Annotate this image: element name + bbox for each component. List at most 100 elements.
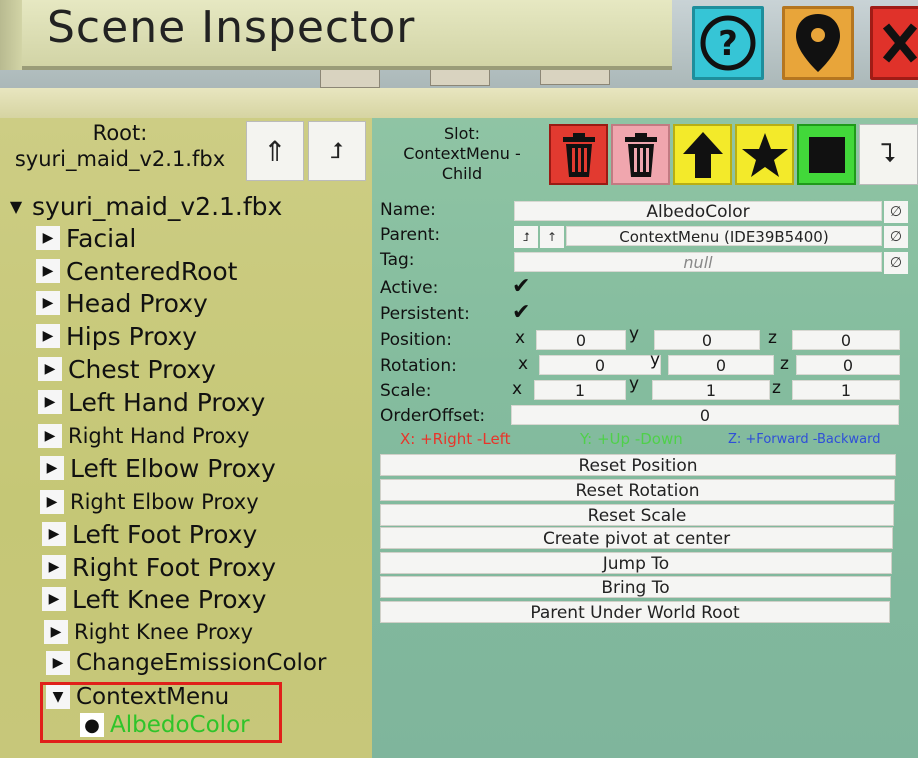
reset-rotation-button[interactable]: Reset Rotation xyxy=(380,479,895,501)
title-bar[interactable]: Scene Inspector xyxy=(0,0,672,70)
tree-item-label: CenteredRoot xyxy=(66,256,238,286)
tree-item[interactable]: ▶ Right Hand Proxy xyxy=(38,420,249,452)
y-axis-hint: Y: +Up -Down xyxy=(580,430,683,448)
position-x-field[interactable]: 0 xyxy=(536,330,626,350)
close-icon xyxy=(882,23,918,63)
tree-item-label: Hips Proxy xyxy=(66,321,198,351)
clear-tag-button[interactable]: ∅ xyxy=(884,252,908,274)
tree-item[interactable]: ▶ Right Elbow Proxy xyxy=(40,486,259,518)
tag-field[interactable]: null xyxy=(514,252,882,272)
window-title: Scene Inspector xyxy=(47,2,416,53)
tree-item[interactable]: ▶ Left Elbow Proxy xyxy=(40,452,276,484)
root-info: Root: syuri_maid_v2.1.fbx xyxy=(0,120,240,172)
go-to-root-button[interactable]: ⇑ xyxy=(246,121,304,181)
position-x-axis-label: x xyxy=(515,328,526,348)
parent-under-world-root-button[interactable]: Parent Under World Root xyxy=(380,601,890,623)
bring-to-button[interactable]: Bring To xyxy=(380,576,891,598)
position-z-field[interactable]: 0 xyxy=(792,330,900,350)
tree-item-label: Left Elbow Proxy xyxy=(70,453,276,483)
selection-highlight xyxy=(40,682,282,743)
order-offset-field[interactable]: 0 xyxy=(511,405,899,425)
destroy-button[interactable] xyxy=(549,124,608,185)
slot-label-line: Child xyxy=(441,164,483,183)
destroy-preserve-assets-button[interactable] xyxy=(611,124,670,185)
tree-item[interactable]: ▶ ChangeEmissionColor xyxy=(46,647,326,679)
tree-item[interactable]: ▶ Facial xyxy=(36,222,136,254)
scale-y-field[interactable]: 1 xyxy=(652,380,770,400)
tree-item[interactable]: ▼ syuri_maid_v2.1.fbx xyxy=(4,190,283,222)
rotation-x-field[interactable]: 0 xyxy=(539,355,661,375)
parent-up-button[interactable]: ⮥ xyxy=(514,226,538,248)
title-bar-bevel xyxy=(0,0,22,70)
tag-label: Tag: xyxy=(380,250,415,270)
double-up-arrow-icon: ⇑ xyxy=(263,134,287,168)
scale-z-field[interactable]: 1 xyxy=(792,380,900,400)
go-to-parent-button[interactable]: ⮥ xyxy=(308,121,366,181)
tree-item[interactable]: ▶ Left Knee Proxy xyxy=(42,583,266,615)
expand-triangle-icon[interactable]: ▶ xyxy=(40,456,64,480)
tree-item[interactable]: ▶ Head Proxy xyxy=(36,287,208,319)
z-axis-hint: Z: +Forward -Backward xyxy=(728,432,881,447)
expand-triangle-icon[interactable]: ▶ xyxy=(40,490,64,514)
expand-triangle-icon[interactable]: ▶ xyxy=(38,390,62,414)
tree-item-label: Right Foot Proxy xyxy=(72,552,277,582)
parent-select-button[interactable]: ↑ xyxy=(540,226,564,248)
move-up-button[interactable] xyxy=(673,124,732,185)
tree-item[interactable]: ▶ Left Foot Proxy xyxy=(42,518,257,550)
expand-triangle-icon[interactable]: ▶ xyxy=(36,324,60,348)
expand-triangle-icon[interactable]: ▶ xyxy=(38,424,62,448)
persistent-checkbox[interactable]: ✔ xyxy=(512,302,536,324)
clear-name-button[interactable]: ∅ xyxy=(884,201,908,223)
expand-triangle-icon[interactable]: ▶ xyxy=(36,259,60,283)
trash-icon xyxy=(624,132,657,177)
expand-triangle-icon[interactable]: ▶ xyxy=(44,620,68,644)
position-y-field[interactable]: 0 xyxy=(654,330,760,350)
tree-item[interactable]: ▶ CenteredRoot xyxy=(36,255,237,287)
rotation-z-field[interactable]: 0 xyxy=(796,355,900,375)
tree-item-label: Left Knee Proxy xyxy=(72,584,267,614)
favorite-button[interactable] xyxy=(735,124,794,185)
tree-item[interactable]: ▶ Right Foot Proxy xyxy=(42,551,276,583)
position-y-axis-label: y xyxy=(629,324,640,344)
scale-y-axis-label: y xyxy=(629,374,640,394)
expand-triangle-icon[interactable]: ▶ xyxy=(42,555,66,579)
tree-item[interactable]: ▶ Chest Proxy xyxy=(38,353,216,385)
jump-to-button[interactable]: Jump To xyxy=(380,552,892,574)
tree-item[interactable]: ▶ Right Knee Proxy xyxy=(44,616,253,648)
persistent-label: Persistent: xyxy=(380,304,470,324)
name-field[interactable]: AlbedoColor xyxy=(514,201,882,222)
rotation-y-axis-label: y xyxy=(650,350,661,370)
tree-item-label: Head Proxy xyxy=(66,288,208,318)
parent-field[interactable]: ContextMenu (IDE39B5400) xyxy=(566,226,882,246)
scale-z-axis-label: z xyxy=(772,378,781,398)
tree-item-label: Right Hand Proxy xyxy=(68,424,250,448)
expand-triangle-icon[interactable]: ▶ xyxy=(36,291,60,315)
expand-triangle-icon[interactable]: ▶ xyxy=(42,587,66,611)
reset-position-button[interactable]: Reset Position xyxy=(380,454,896,476)
scale-label: Scale: xyxy=(380,381,432,401)
scale-x-field[interactable]: 1 xyxy=(534,380,626,400)
expand-triangle-icon[interactable]: ▶ xyxy=(46,651,70,675)
up-return-arrow-icon: ⮥ xyxy=(330,138,344,164)
location-button[interactable] xyxy=(782,6,854,80)
reparent-button[interactable]: ⮧ xyxy=(859,124,918,185)
tree-item-label: syuri_maid_v2.1.fbx xyxy=(32,191,283,221)
rotation-y-field[interactable]: 0 xyxy=(668,355,774,375)
close-button[interactable] xyxy=(870,6,918,80)
square-icon xyxy=(808,136,845,173)
expand-triangle-icon[interactable]: ▶ xyxy=(42,522,66,546)
collapse-triangle-icon[interactable]: ▼ xyxy=(4,194,28,218)
reset-scale-button[interactable]: Reset Scale xyxy=(380,504,894,526)
expand-triangle-icon[interactable]: ▶ xyxy=(36,226,60,250)
rotation-x-axis-label: x xyxy=(518,354,529,374)
create-pivot-button[interactable]: Create pivot at center xyxy=(380,527,893,549)
help-button[interactable]: ? xyxy=(692,6,764,80)
tree-item[interactable]: ▶ Left Hand Proxy xyxy=(38,386,265,418)
tree-item-label: Left Foot Proxy xyxy=(72,519,258,549)
tree-item[interactable]: ▶ Hips Proxy xyxy=(36,320,197,352)
active-checkbox[interactable]: ✔ xyxy=(512,276,536,298)
active-label: Active: xyxy=(380,278,439,298)
expand-triangle-icon[interactable]: ▶ xyxy=(38,357,62,381)
clear-parent-button[interactable]: ∅ xyxy=(884,226,908,248)
create-child-button[interactable] xyxy=(797,124,856,185)
